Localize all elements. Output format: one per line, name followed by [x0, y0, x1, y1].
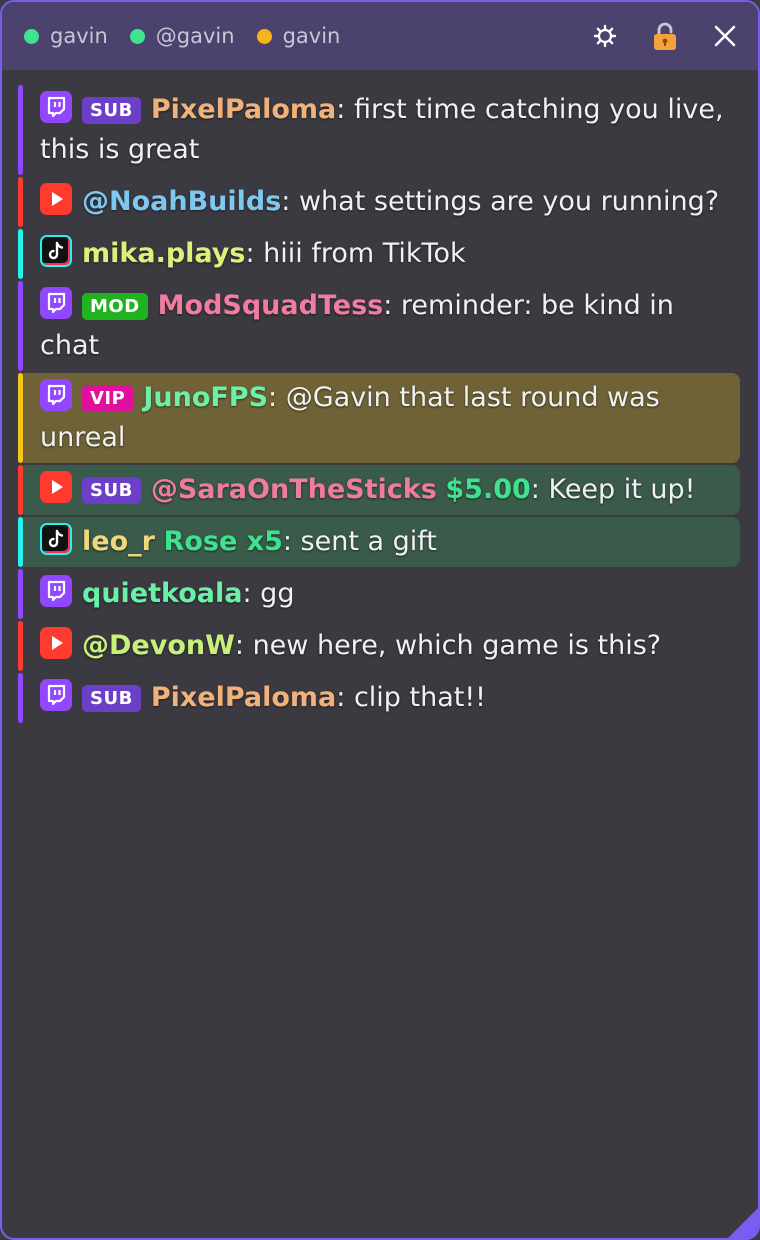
- account-name: gavin: [282, 24, 341, 48]
- chat-message[interactable]: SUB PixelPaloma: first time catching you …: [18, 85, 740, 175]
- message-text: : hiii from TikTok: [245, 238, 466, 269]
- youtube-icon: [40, 627, 72, 659]
- username[interactable]: mika.plays: [82, 238, 245, 269]
- platform-bar: [18, 517, 23, 567]
- account-name: @gavin: [155, 24, 235, 48]
- sub-badge: SUB: [82, 685, 141, 712]
- username[interactable]: quietkoala: [82, 578, 243, 609]
- lock-button[interactable]: [650, 21, 680, 51]
- youtube-icon: [40, 183, 72, 215]
- status-dot: [256, 28, 272, 44]
- chat-message[interactable]: SUB PixelPaloma: clip that!!: [18, 673, 740, 723]
- platform-bar: [18, 85, 23, 175]
- header-bar: gavin @gavin gavin: [2, 2, 758, 70]
- resize-handle[interactable]: [726, 1206, 758, 1238]
- platform-bar: [18, 465, 23, 515]
- message-text: : clip that!!: [336, 682, 487, 713]
- close-icon: [714, 25, 736, 47]
- chat-message[interactable]: @NoahBuilds: what settings are you runni…: [18, 177, 740, 227]
- chat-message[interactable]: @DevonW: new here, which game is this?: [18, 621, 740, 671]
- username[interactable]: PixelPaloma: [151, 94, 336, 125]
- chat-overlay-window: gavin @gavin gavin SUB PixelPaloma: firs…: [0, 0, 760, 1240]
- platform-bar: [18, 373, 23, 463]
- tiktok-icon: [40, 523, 72, 555]
- chat-message[interactable]: leo_r Rose x5: sent a gift: [18, 517, 740, 567]
- message-text: : new here, which game is this?: [234, 630, 662, 661]
- youtube-icon: [40, 471, 72, 503]
- message-text: : what settings are you running?: [281, 186, 720, 217]
- platform-bar: [18, 621, 23, 671]
- chat-message[interactable]: quietkoala: gg: [18, 569, 740, 619]
- username[interactable]: @SaraOnTheSticks: [151, 474, 437, 505]
- chat-message[interactable]: VIP JunoFPS: @Gavin that last round was u…: [18, 373, 740, 463]
- platform-bar: [18, 281, 23, 371]
- platform-bar: [18, 673, 23, 723]
- account-name: gavin: [50, 24, 108, 48]
- username[interactable]: ModSquadTess: [158, 290, 384, 321]
- username[interactable]: leo_r: [82, 526, 155, 557]
- mod-badge: MOD: [82, 293, 148, 320]
- username[interactable]: PixelPaloma: [151, 682, 336, 713]
- tiktok-icon: [40, 235, 72, 267]
- account-twitch[interactable]: gavin: [24, 24, 108, 48]
- twitch-icon: [40, 287, 72, 319]
- chat-message[interactable]: mika.plays: hiii from TikTok: [18, 229, 740, 279]
- sub-badge: SUB: [82, 477, 141, 504]
- status-dot: [129, 28, 145, 44]
- chat-message[interactable]: MOD ModSquadTess: reminder: be kind in ch…: [18, 281, 740, 371]
- vip-badge: VIP: [82, 385, 134, 412]
- donation-amount: $5.00: [445, 474, 531, 505]
- gift-label: Rose x5: [163, 526, 283, 557]
- twitch-icon: [40, 91, 72, 123]
- platform-bar: [18, 177, 23, 227]
- twitch-icon: [40, 575, 72, 607]
- account-youtube[interactable]: @gavin: [129, 24, 235, 48]
- username[interactable]: JunoFPS: [143, 382, 268, 413]
- gear-icon: [593, 24, 617, 48]
- settings-button[interactable]: [590, 21, 620, 51]
- sub-badge: SUB: [82, 97, 141, 124]
- lock-icon: [654, 22, 676, 50]
- connected-accounts: gavin @gavin gavin: [24, 24, 362, 48]
- chat-feed[interactable]: SUB PixelPaloma: first time catching you …: [2, 70, 758, 723]
- message-text: : first time catching you live, this is …: [40, 94, 724, 165]
- status-dot: [24, 28, 39, 44]
- username[interactable]: @NoahBuilds: [82, 186, 281, 217]
- chat-message[interactable]: SUB @SaraOnTheSticks $5.00: Keep it up!: [18, 465, 740, 515]
- platform-bar: [18, 229, 23, 279]
- twitch-icon: [40, 379, 72, 411]
- platform-bar: [18, 569, 23, 619]
- twitch-icon: [40, 679, 72, 711]
- username[interactable]: @DevonW: [82, 630, 235, 661]
- account-tiktok[interactable]: gavin: [256, 24, 341, 48]
- message-text: : gg: [242, 578, 295, 609]
- message-text: : sent a gift: [282, 526, 437, 557]
- close-button[interactable]: [710, 21, 740, 51]
- message-text: : Keep it up!: [530, 474, 696, 505]
